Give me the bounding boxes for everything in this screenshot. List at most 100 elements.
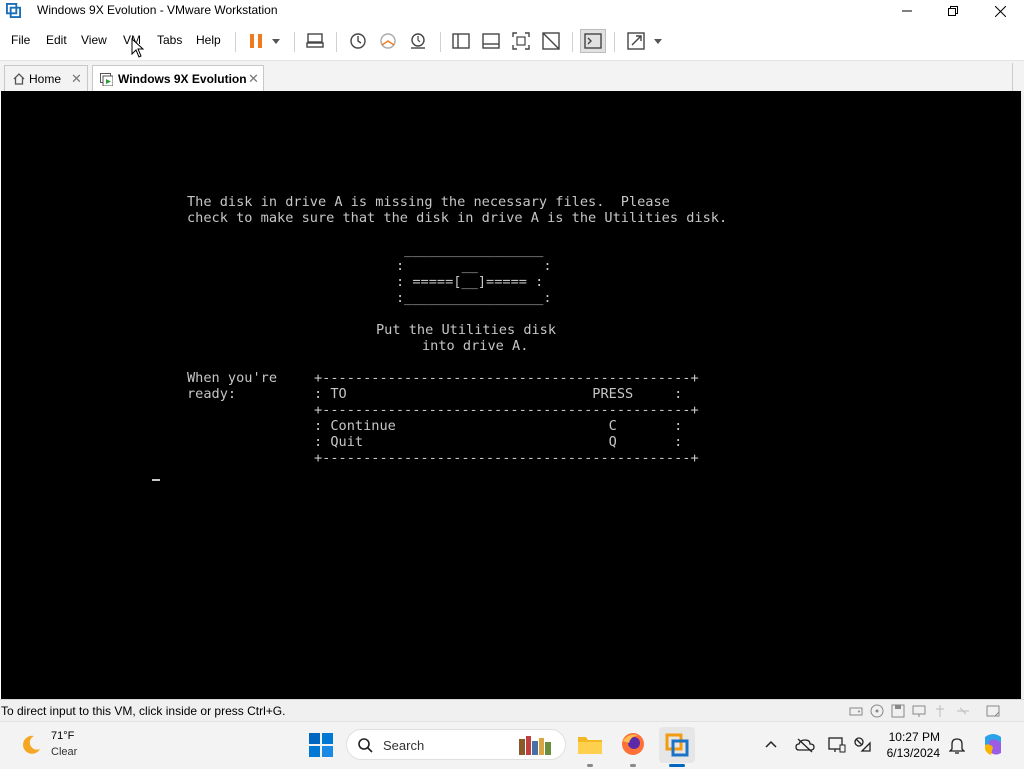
take-snapshot-button[interactable] <box>346 30 370 52</box>
folder-icon <box>578 737 602 754</box>
close-icon[interactable]: ✕ <box>71 71 82 87</box>
menu-help[interactable]: Help <box>196 33 221 47</box>
moon-icon <box>23 735 40 754</box>
disk-art-line-3: : =====[__]===== : <box>396 274 544 290</box>
search-icon <box>358 738 373 753</box>
running-indicator <box>630 764 636 767</box>
send-ctrl-alt-del-icon <box>306 33 324 48</box>
toolbar-separator <box>294 32 295 52</box>
tab-home-label: Home <box>29 72 62 86</box>
full-screen-button[interactable] <box>509 30 533 52</box>
menu-tabs[interactable]: Tabs <box>157 33 182 47</box>
message-log-icon[interactable] <box>986 704 1000 718</box>
disk-art-line-2: : __ : <box>396 258 552 274</box>
floppy-icon[interactable] <box>891 704 905 718</box>
hard-disk-icon[interactable] <box>849 704 863 718</box>
minimize-button[interactable] <box>884 0 930 22</box>
file-explorer-taskbar-button[interactable] <box>575 729 605 761</box>
status-bar: To direct input to this VM, click inside… <box>0 699 1024 722</box>
firefox-taskbar-button[interactable] <box>618 729 648 761</box>
vmware-taskbar-button[interactable] <box>659 727 695 763</box>
windows-taskbar: 71°F Clear Search 10:27 PM 6/13/2024 <box>0 721 1024 769</box>
stretch-guest-button[interactable] <box>624 30 648 52</box>
snapshot-icon <box>350 33 366 49</box>
weather-condition: Clear <box>51 746 78 758</box>
close-icon[interactable]: ✕ <box>248 71 259 87</box>
cd-rom-icon[interactable] <box>870 704 884 718</box>
close-button[interactable] <box>977 0 1023 22</box>
tab-home[interactable]: Home ✕ <box>4 65 88 91</box>
notification-bell-icon[interactable] <box>949 736 965 754</box>
console-view-icon <box>584 33 602 49</box>
close-icon <box>994 5 1006 17</box>
menu-view[interactable]: View <box>81 33 107 47</box>
revert-snapshot-button[interactable] <box>376 30 400 52</box>
dos-table-header: : TO PRESS : <box>314 386 683 402</box>
weather-widget[interactable]: 71°F Clear <box>16 728 136 764</box>
toolbar-separator <box>235 32 236 52</box>
status-text: To direct input to this VM, click inside… <box>1 704 286 718</box>
clock-time[interactable]: 10:27 PM <box>868 730 940 744</box>
minimize-icon <box>902 10 912 12</box>
dos-table-border-bottom: +---------------------------------------… <box>314 450 699 466</box>
unity-button[interactable] <box>539 30 563 52</box>
dos-prompt-line-2: into drive A. <box>422 338 529 354</box>
dos-table-row-continue: : Continue C : <box>314 418 683 434</box>
dos-message-line-1: The disk in drive A is missing the neces… <box>187 194 670 210</box>
sound-card-icon[interactable] <box>956 704 970 718</box>
vm-console-screen[interactable]: The disk in drive A is missing the neces… <box>1 91 1021 699</box>
running-indicator <box>587 764 593 767</box>
network-adapter-icon[interactable] <box>912 704 926 718</box>
dos-ready-line-2: ready: <box>187 386 237 402</box>
thumbnail-icon <box>482 33 500 49</box>
dos-prompt-line-1: Put the Utilities disk <box>376 322 557 338</box>
disk-art-line-4: :_________________: <box>396 290 552 306</box>
window-title: Windows 9X Evolution - VMware Workstatio… <box>37 3 278 17</box>
snapshot-manager-button[interactable] <box>406 30 430 52</box>
vm-tab-icon <box>100 73 113 86</box>
dos-message-line-2: check to make sure that the disk in driv… <box>187 210 728 226</box>
thumbnail-bar-button[interactable] <box>479 30 503 52</box>
vmware-app-icon <box>6 3 21 18</box>
clock-date[interactable]: 6/13/2024 <box>868 746 940 760</box>
full-screen-icon <box>512 32 530 50</box>
search-placeholder: Search <box>383 738 425 753</box>
display-icon[interactable] <box>828 736 846 754</box>
copilot-icon[interactable] <box>981 733 1005 757</box>
pause-icon <box>250 34 262 48</box>
weather-temperature: 71°F <box>51 730 75 742</box>
disk-art-line-1: _________________ <box>396 242 544 258</box>
title-bar[interactable]: Windows 9X Evolution - VMware Workstatio… <box>0 0 1024 22</box>
mouse-pointer-icon <box>131 38 144 58</box>
dropdown-icon <box>654 38 662 44</box>
onedrive-off-icon[interactable] <box>795 737 815 753</box>
restore-icon <box>948 6 958 16</box>
restore-button[interactable] <box>930 0 976 22</box>
snapshot-manager-icon <box>411 33 425 49</box>
toolbar-separator <box>336 32 337 52</box>
chevron-up-icon[interactable] <box>765 740 777 748</box>
pause-button[interactable] <box>244 30 268 52</box>
power-dropdown[interactable] <box>266 30 286 52</box>
dos-table-row-quit: : Quit Q : <box>314 434 683 450</box>
unity-icon <box>542 32 560 50</box>
search-highlight-icon <box>519 736 551 755</box>
dos-ready-line-1: When you're <box>187 370 278 386</box>
start-button[interactable] <box>306 730 336 760</box>
tab-vm-label: Windows 9X Evolution <box>118 72 247 86</box>
tab-scroll-handle[interactable] <box>1012 63 1021 91</box>
usb-icon[interactable] <box>933 704 947 718</box>
console-view-button[interactable] <box>580 29 606 53</box>
tab-windows-9x-evolution[interactable]: Windows 9X Evolution ✕ <box>92 65 264 91</box>
toolbar-separator <box>614 32 615 52</box>
vmware-icon <box>665 733 689 757</box>
send-ctrl-alt-del-button[interactable] <box>303 30 327 52</box>
menu-file[interactable]: File <box>11 33 30 47</box>
text-cursor <box>152 479 160 481</box>
menu-edit[interactable]: Edit <box>46 33 67 47</box>
taskbar-search-box[interactable]: Search <box>346 729 566 760</box>
stretch-dropdown[interactable] <box>648 30 668 52</box>
toolbar-separator <box>572 32 573 52</box>
windows-start-icon <box>309 733 333 757</box>
show-library-button[interactable] <box>449 30 473 52</box>
